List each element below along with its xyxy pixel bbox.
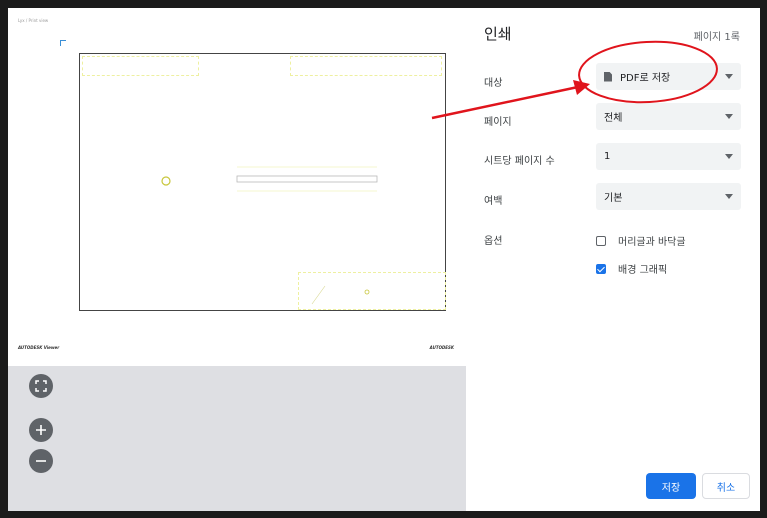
destination-value: PDF로 저장 xyxy=(620,73,671,84)
pages-per-sheet-select[interactable]: 1 xyxy=(596,143,741,170)
margins-value: 기본 xyxy=(604,193,623,204)
document-icon xyxy=(604,71,612,82)
save-button[interactable]: 저장 xyxy=(646,473,696,499)
preview-footer-right: AUTODESK xyxy=(429,345,454,350)
headers-footers-option[interactable]: 머리글과 바닥글 xyxy=(596,233,686,248)
pages-value: 전체 xyxy=(604,113,623,124)
fit-to-page-icon xyxy=(35,380,47,392)
chevron-down-icon xyxy=(725,114,733,119)
background-graphics-checkbox[interactable] xyxy=(596,263,606,274)
pages-select[interactable]: 전체 xyxy=(596,103,741,130)
preview-footer-left: AUTODESK Viewer xyxy=(18,345,60,350)
print-settings-panel: 인쇄 페이지 1록 대상 PDF로 저장 페이지 전체 시트당 페이지 수 1 … xyxy=(466,8,760,511)
destination-select[interactable]: PDF로 저장 xyxy=(596,63,741,90)
page-corner-mark xyxy=(60,40,66,46)
zoom-in-icon xyxy=(36,425,46,435)
fit-to-page-button[interactable] xyxy=(29,374,53,398)
background-graphics-option[interactable]: 배경 그래픽 xyxy=(596,261,667,276)
print-title: 인쇄 xyxy=(484,25,512,43)
margins-select[interactable]: 기본 xyxy=(596,183,741,210)
pages-label: 페이지 xyxy=(484,117,512,128)
preview-header-text: Lyx / Print view xyxy=(18,18,49,23)
headers-footers-checkbox[interactable] xyxy=(596,235,606,246)
cancel-button[interactable]: 취소 xyxy=(702,473,750,499)
chevron-down-icon xyxy=(725,194,733,199)
drawing-frame xyxy=(79,53,446,311)
zoom-out-icon xyxy=(36,460,46,462)
pages-per-sheet-label: 시트당 페이지 수 xyxy=(484,156,555,167)
options-label: 옵션 xyxy=(484,236,503,247)
margins-label: 여백 xyxy=(484,196,503,207)
print-dialog: Lyx / Print view AUTODESK Viewer AUTODES… xyxy=(8,8,760,511)
print-preview-page: Lyx / Print view AUTODESK Viewer AUTODES… xyxy=(8,8,466,366)
drawing-lines xyxy=(161,166,378,305)
chevron-down-icon xyxy=(725,74,733,79)
chevron-down-icon xyxy=(725,154,733,159)
headers-footers-label: 머리글과 바닥글 xyxy=(618,237,686,248)
background-graphics-label: 배경 그래픽 xyxy=(618,265,668,276)
zoom-out-button[interactable] xyxy=(29,449,53,473)
page-count: 페이지 1록 xyxy=(693,32,740,43)
pages-per-sheet-value: 1 xyxy=(604,151,611,162)
zoom-in-button[interactable] xyxy=(29,418,53,442)
destination-label: 대상 xyxy=(484,78,503,89)
